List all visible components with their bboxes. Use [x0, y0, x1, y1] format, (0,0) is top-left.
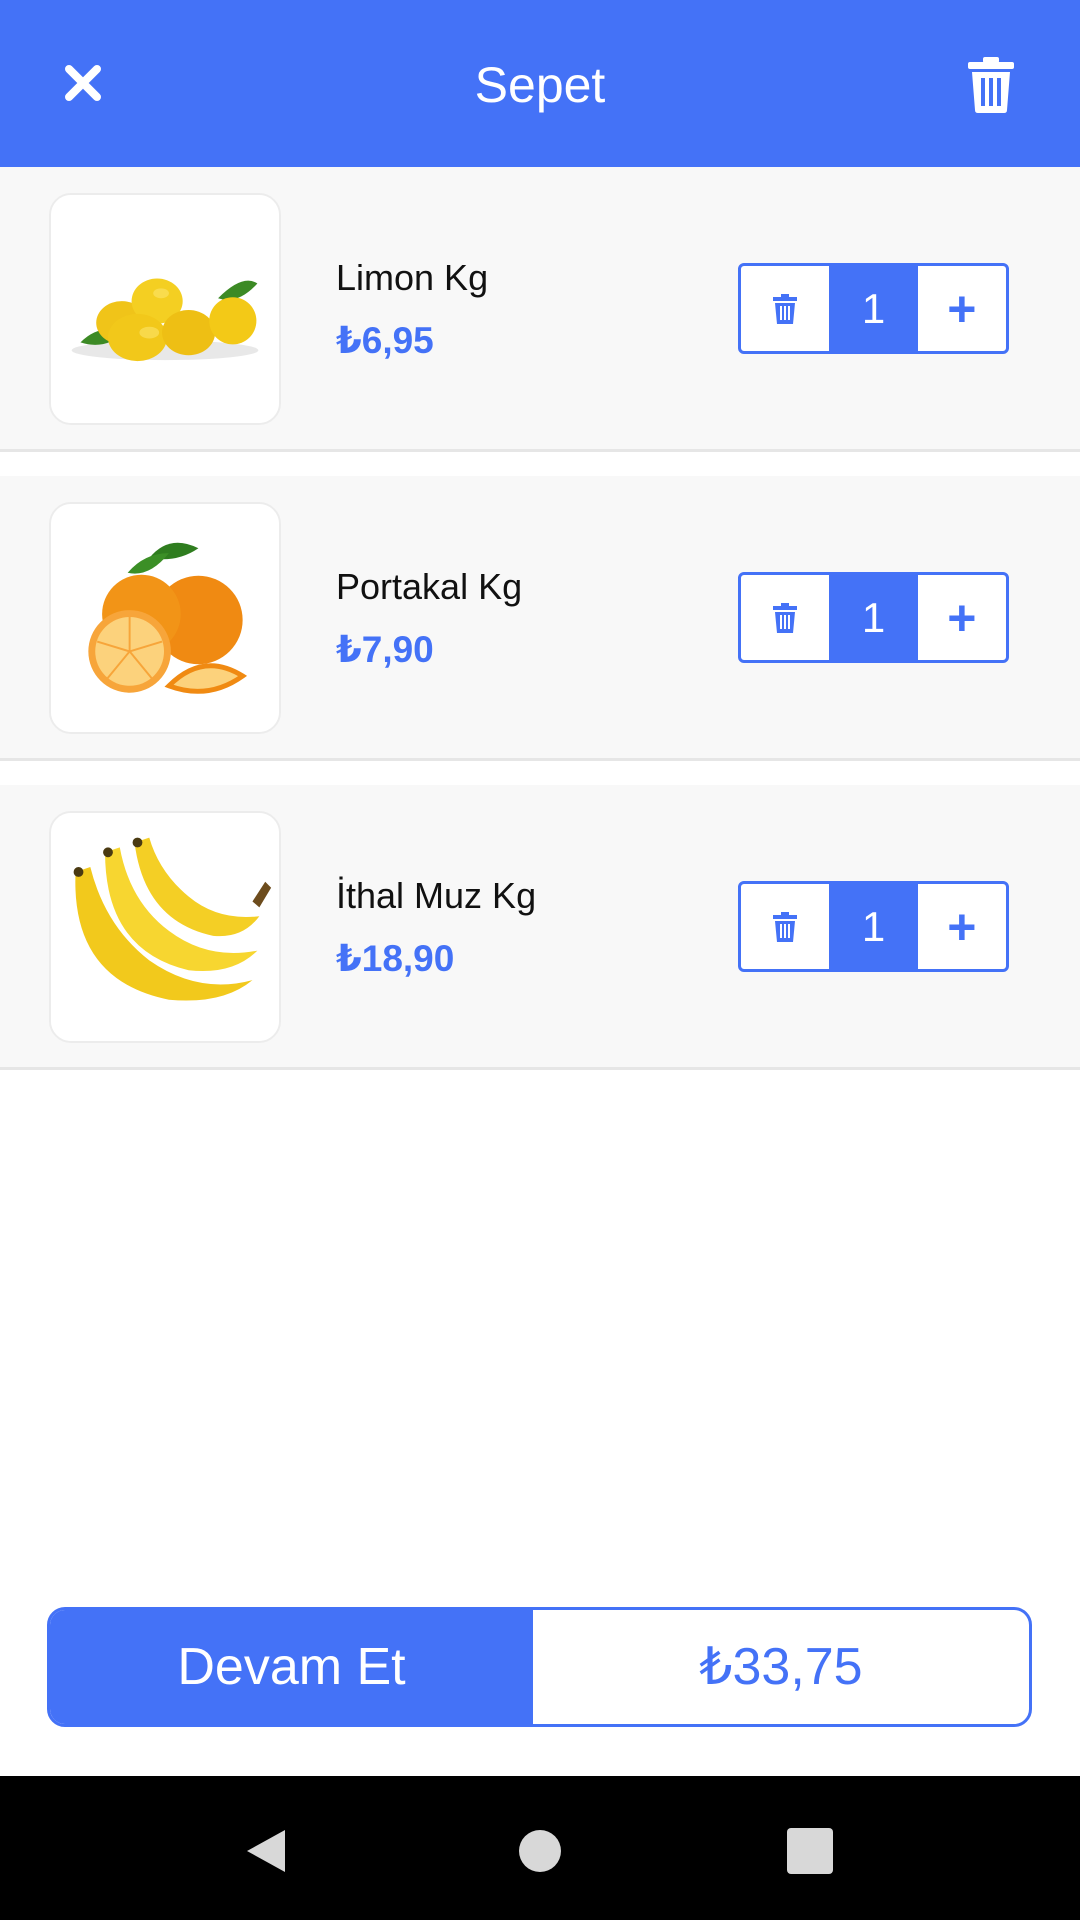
recents-button[interactable] [765, 1806, 855, 1896]
product-image-banana [49, 811, 281, 1043]
cart-item: İthal Muz Kg ₺18,90 1 + [0, 785, 1080, 1070]
system-navigation-bar [0, 1776, 1080, 1920]
quantity-stepper: 1 + [738, 572, 1009, 663]
home-button[interactable] [495, 1806, 585, 1896]
quantity-value: 1 [829, 266, 918, 351]
trash-icon [773, 911, 798, 942]
cart-item: Limon Kg ₺6,95 1 + [0, 167, 1080, 452]
recents-square-icon [787, 1828, 833, 1874]
increment-button[interactable]: + [918, 884, 1006, 969]
increment-button[interactable]: + [918, 575, 1006, 660]
product-price: ₺18,90 [336, 938, 455, 979]
product-name: Portakal Kg [336, 566, 523, 607]
increment-button[interactable]: + [918, 266, 1006, 351]
product-price: ₺6,95 [336, 320, 434, 361]
page-title: Sepet [474, 57, 606, 113]
product-name: İthal Muz Kg [336, 875, 537, 916]
trash-icon [968, 57, 1014, 113]
product-image-orange [49, 502, 281, 734]
product-price: ₺7,90 [336, 629, 434, 670]
back-triangle-icon [247, 1830, 285, 1872]
home-circle-icon [519, 1830, 561, 1872]
trash-icon [773, 293, 798, 324]
app-header: Sepet [0, 0, 1080, 167]
product-image-lemon [49, 193, 281, 425]
cart-total: ₺33,75 [699, 1638, 863, 1696]
quantity-stepper: 1 + [738, 263, 1009, 354]
quantity-value: 1 [829, 884, 918, 969]
remove-item-button[interactable] [741, 266, 829, 351]
product-name: Limon Kg [336, 257, 489, 298]
quantity-value: 1 [829, 575, 918, 660]
cart-item: Portakal Kg ₺7,90 1 + [0, 476, 1080, 761]
continue-button[interactable]: Devam Et [50, 1610, 533, 1724]
remove-item-button[interactable] [741, 884, 829, 969]
clear-cart-button[interactable] [956, 50, 1026, 120]
remove-item-button[interactable] [741, 575, 829, 660]
checkout-bar: Devam Et ₺33,75 [47, 1607, 1032, 1727]
trash-icon [773, 602, 798, 633]
quantity-stepper: 1 + [738, 881, 1009, 972]
back-button[interactable] [221, 1806, 311, 1896]
